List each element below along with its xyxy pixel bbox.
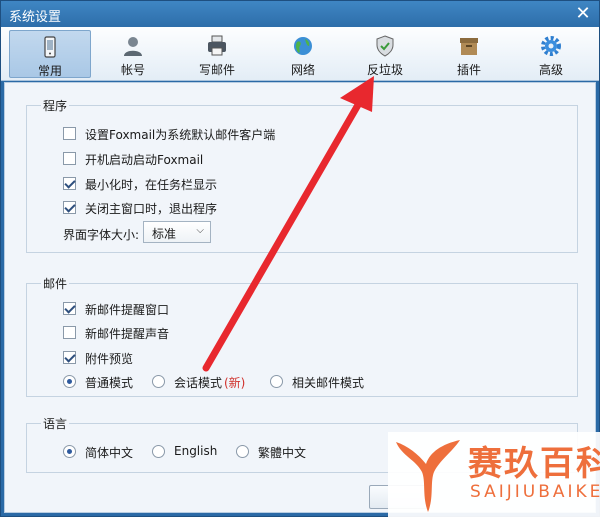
checkbox[interactable] <box>63 152 76 165</box>
tab-label: 写邮件 <box>198 63 235 77</box>
lang-label: English <box>174 444 218 458</box>
tab-compose[interactable]: 写邮件 <box>177 30 257 78</box>
option-label: 新邮件提醒声音 <box>85 327 170 341</box>
tab-label: 网络 <box>290 63 315 77</box>
option-label: 关闭主窗口时，退出程序 <box>85 202 218 216</box>
checkbox[interactable] <box>63 201 76 214</box>
font-size-label: 界面字体大小: <box>63 228 140 242</box>
box-icon <box>460 38 478 55</box>
checkbox[interactable] <box>63 127 76 140</box>
lang-label: 繁體中文 <box>258 446 307 460</box>
window-title: 系统设置 <box>9 10 62 25</box>
tab-account[interactable]: 帐号 <box>93 30 173 78</box>
tab-anti-spam[interactable]: 反垃圾 <box>345 30 425 78</box>
tab-label: 插件 <box>456 63 481 77</box>
settings-toolbar: 常用 帐号 写邮件 网络 反垃圾 插件 高级 <box>1 27 599 81</box>
option-label: 最小化时，在任务栏显示 <box>85 178 218 192</box>
tab-label: 常用 <box>37 64 62 78</box>
globe-icon <box>294 37 312 55</box>
phone-icon <box>44 36 56 58</box>
radio-button[interactable] <box>152 445 165 458</box>
language-group-title: 语言 <box>41 415 70 432</box>
mode-label: 相关邮件模式 <box>292 376 365 390</box>
mode-label: 会话模式 <box>174 376 223 390</box>
font-size-value: 标准 <box>152 227 177 241</box>
tab-advanced[interactable]: 高级 <box>511 30 591 78</box>
gear-icon <box>541 36 561 56</box>
printer-icon <box>208 35 226 56</box>
lang-label: 简体中文 <box>85 446 134 460</box>
tab-label: 反垃圾 <box>366 63 403 77</box>
checkbox[interactable] <box>63 351 76 364</box>
user-icon <box>124 37 142 56</box>
radio-button[interactable] <box>63 375 76 388</box>
checkbox[interactable] <box>63 302 76 315</box>
tab-label: 帐号 <box>120 63 145 77</box>
option-label: 开机启动启动Foxmail <box>85 153 204 167</box>
watermark-cn-text: 赛玖百科 <box>468 444 600 484</box>
radio-button[interactable] <box>152 375 165 388</box>
mail-group-title: 邮件 <box>41 275 70 292</box>
watermark-en-text: SAIJIUBAIKE <box>470 482 600 502</box>
close-button[interactable]: ✕ <box>573 4 593 24</box>
whale-tail-logo <box>396 440 460 512</box>
radio-button[interactable] <box>236 445 249 458</box>
radio-button[interactable] <box>63 445 76 458</box>
tab-general[interactable]: 常用 <box>9 30 91 78</box>
tab-network[interactable]: 网络 <box>263 30 343 78</box>
checkbox[interactable] <box>63 326 76 339</box>
option-label: 新邮件提醒窗口 <box>85 303 170 317</box>
new-badge: (新) <box>224 376 246 390</box>
chevron-down-icon: ⌵ <box>196 225 204 236</box>
option-label: 设置Foxmail为系统默认邮件客户端 <box>85 128 276 142</box>
watermark: 赛玖百科 SAIJIUBAIKE <box>388 432 600 517</box>
font-size-select[interactable]: 标准 ⌵ <box>143 221 211 243</box>
title-bar: 系统设置 ✕ <box>1 1 599 27</box>
checkbox[interactable] <box>63 177 76 190</box>
tab-label: 高级 <box>538 63 563 77</box>
shield-icon <box>376 35 394 57</box>
radio-button[interactable] <box>270 375 283 388</box>
option-label: 附件预览 <box>85 352 134 366</box>
program-group-title: 程序 <box>41 97 70 114</box>
mode-label: 普通模式 <box>85 376 134 390</box>
tab-plugins[interactable]: 插件 <box>429 30 509 78</box>
